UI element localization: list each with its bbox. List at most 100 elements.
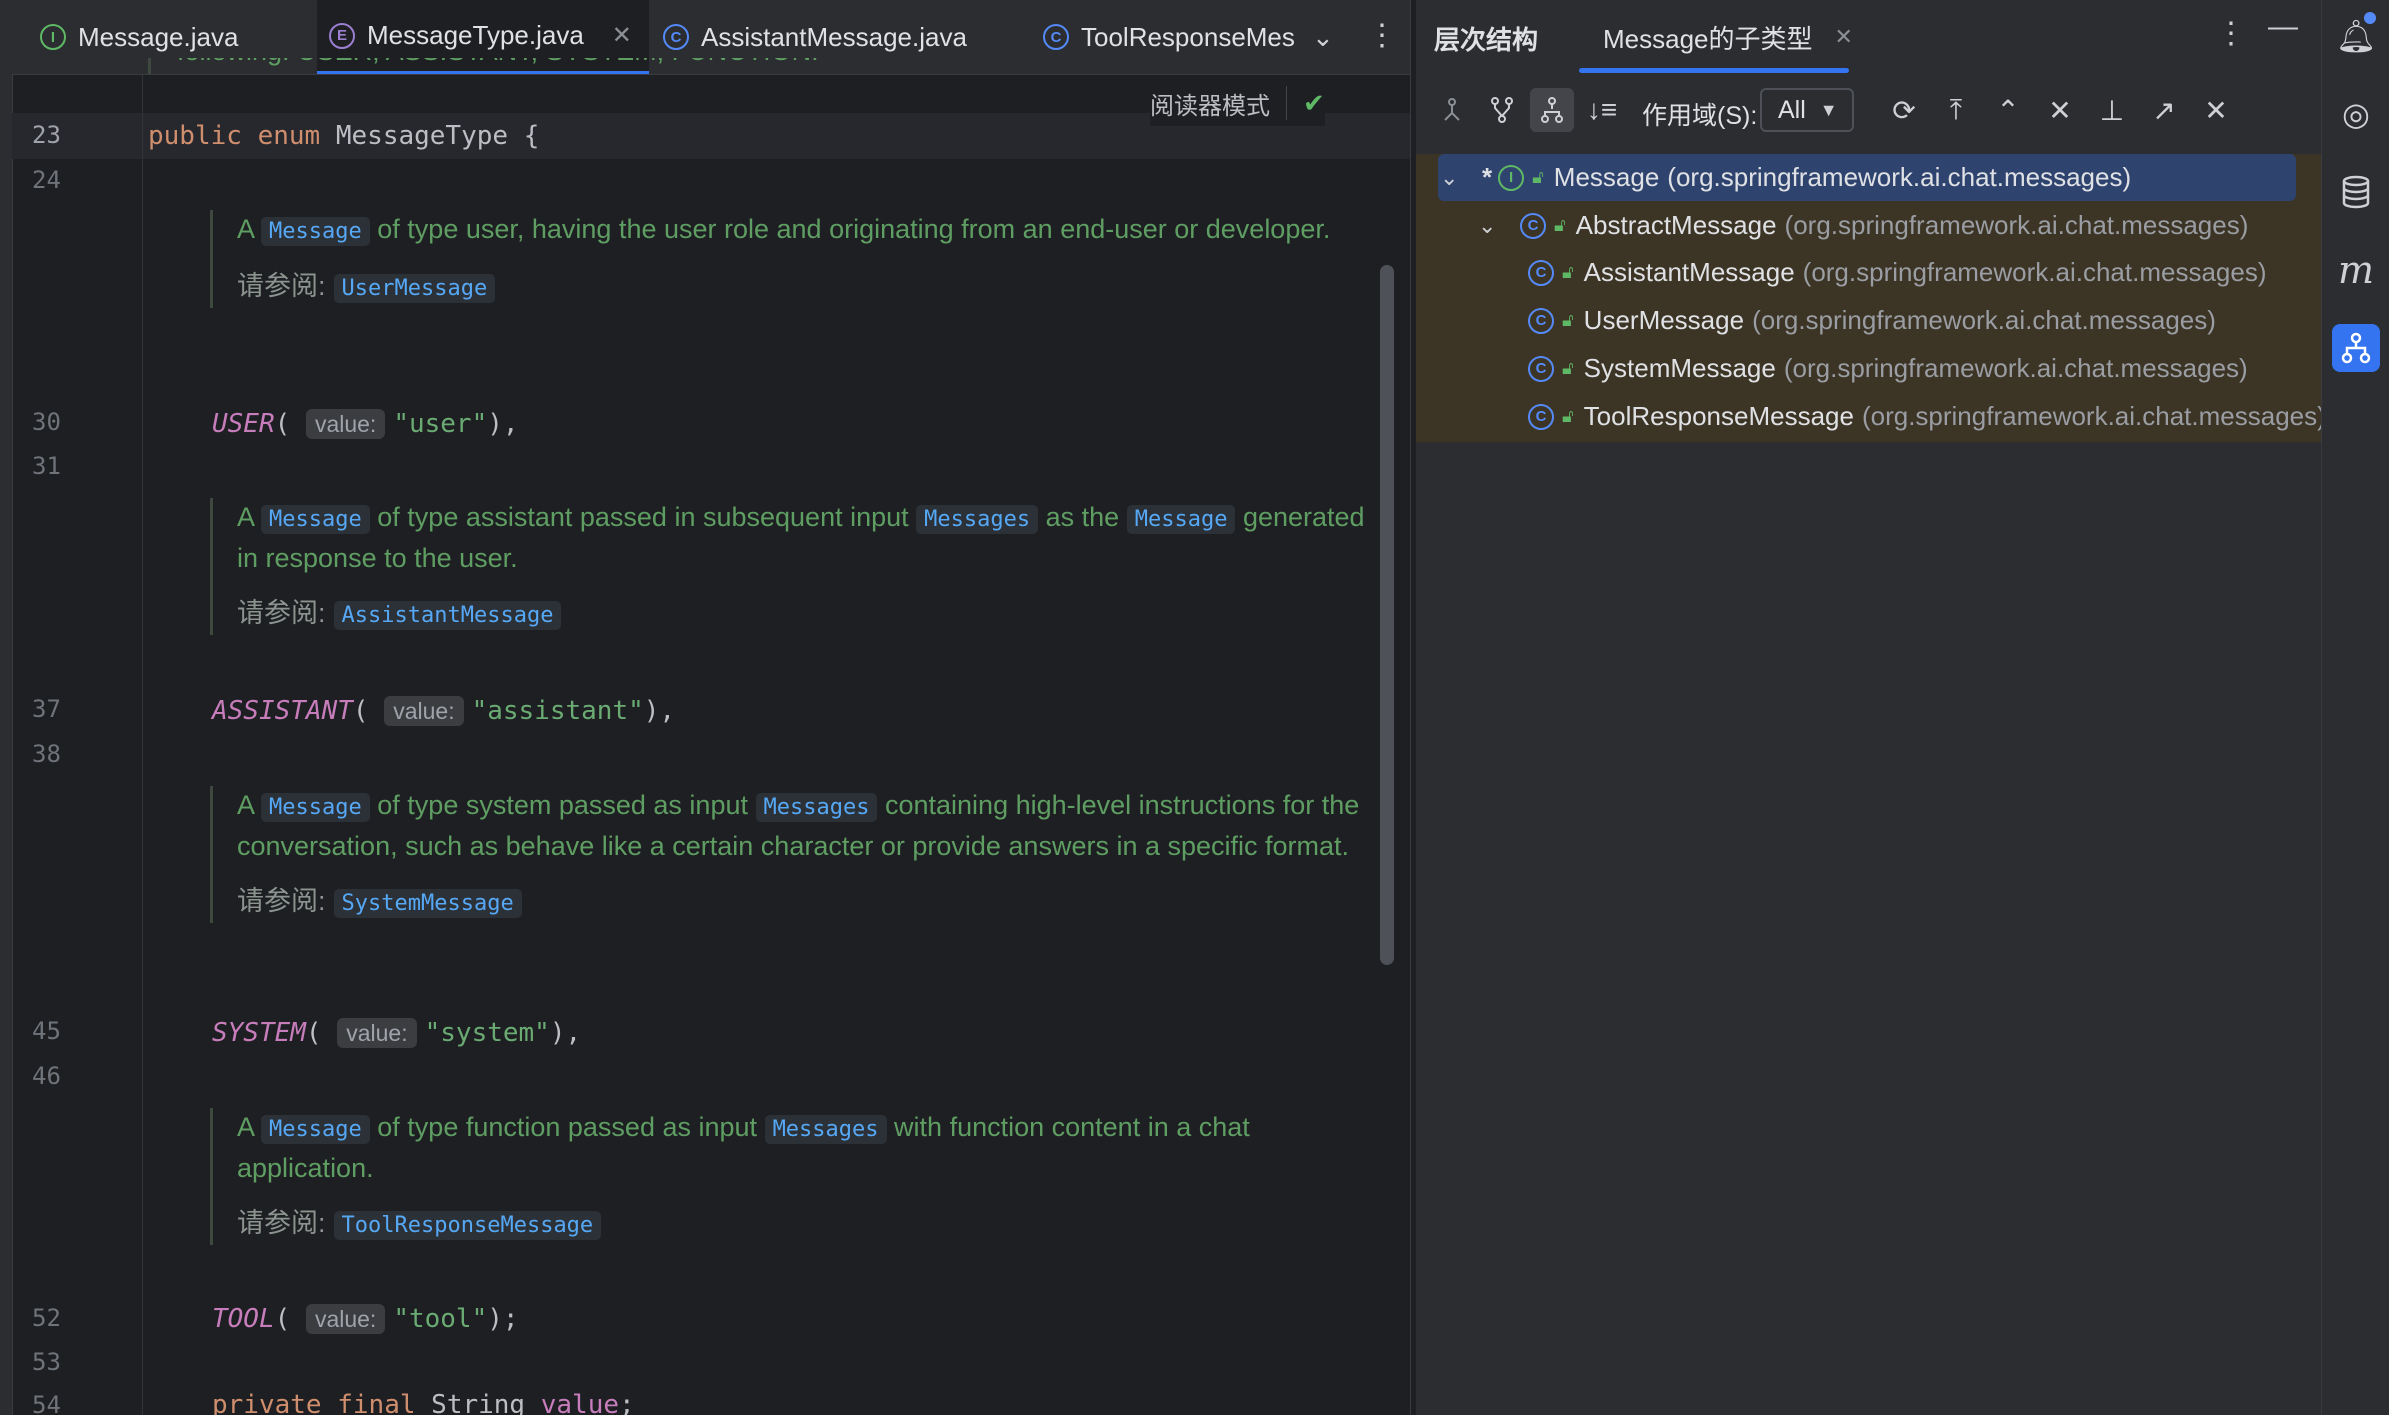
doc-link[interactable]: Message xyxy=(261,793,370,822)
line-number: 24 xyxy=(32,166,61,194)
class-icon: C xyxy=(1528,259,1554,286)
parameter-hint: value: xyxy=(337,1018,417,1048)
line-number: 52 xyxy=(32,1304,61,1332)
class-icon: C xyxy=(1520,212,1546,239)
tree-node-toolresponsemessage[interactable]: C 🔓︎ ToolResponseMessage (org.springfram… xyxy=(1528,393,2321,440)
enum-constant-system[interactable]: SYSTEM( value: "system"), xyxy=(212,1018,581,1048)
enum-constant-name: SYSTEM xyxy=(212,1018,306,1048)
tab-toolresponsemessage-java[interactable]: C ToolResponseMes xyxy=(1029,0,1313,74)
line-gutter: 23 24 30 31 37 38 45 46 52 53 54 xyxy=(12,75,144,1415)
line-number: 46 xyxy=(32,1062,61,1090)
string-literal: "assistant" xyxy=(471,696,644,726)
tree-node-message[interactable]: ⌄ * I 🔓︎ Message (org.springframework.ai… xyxy=(1440,154,2131,201)
see-also-link[interactable]: UserMessage xyxy=(333,274,496,303)
tree-node-systemmessage[interactable]: C 🔓︎ SystemMessage (org.springframework.… xyxy=(1528,345,2248,392)
parameter-hint: value: xyxy=(305,409,386,439)
doc-text: following: USER, ASSISTANT, SYSTEM, FUNC… xyxy=(177,58,819,66)
see-also-link[interactable]: SystemMessage xyxy=(333,889,522,918)
tab-label: MessageType.java xyxy=(367,20,584,50)
collapse-all-icon[interactable]: ✕ xyxy=(2038,88,2082,132)
tab-label: AssistantMessage.java xyxy=(701,21,967,52)
hierarchy-header: 层次结构 Message的子类型 ✕ ⋮ — xyxy=(1416,0,2321,74)
reader-mode-button[interactable]: 阅读器模式 xyxy=(1150,86,1270,121)
doc-link[interactable]: Message xyxy=(261,505,370,534)
public-visibility-icon: 🔓︎ xyxy=(1532,167,1544,187)
close-tab-icon[interactable]: ✕ xyxy=(1835,24,1853,50)
enum-constant-assistant[interactable]: ASSISTANT( value: "assistant"), xyxy=(212,696,675,726)
database-icon[interactable] xyxy=(2332,168,2380,216)
doc-comment-system: A Message of type system passed as input… xyxy=(210,786,1387,923)
ai-assistant-icon[interactable]: ◎ xyxy=(2332,90,2380,138)
more-vertical-icon[interactable]: ⋮ xyxy=(2216,16,2246,51)
see-also-link[interactable]: ToolResponseMessage xyxy=(333,1211,602,1240)
code-editor[interactable]: I Message.java E MessageType.java ✕ C As… xyxy=(0,0,1410,1415)
node-name: Message xyxy=(1553,162,1660,192)
doc-comment-assistant: A Message of type assistant passed in su… xyxy=(210,498,1387,635)
tree-node-usermessage[interactable]: C 🔓︎ UserMessage (org.springframework.ai… xyxy=(1528,297,2216,344)
public-visibility-icon: 🔓︎ xyxy=(1562,358,1574,378)
doc-link[interactable]: Message xyxy=(261,217,370,246)
doc-link[interactable]: Message xyxy=(261,1115,370,1144)
scope-label: 作用域(S): xyxy=(1642,102,1758,130)
close-tab-icon[interactable]: ✕ xyxy=(612,21,632,50)
chevron-down-icon[interactable]: ⌄ xyxy=(1312,22,1334,53)
maven-icon[interactable]: m xyxy=(2332,246,2380,294)
check-icon[interactable]: ✔ xyxy=(1303,88,1325,119)
node-package: (org.springframework.ai.chat.messages) xyxy=(1784,210,2249,240)
chevron-down-icon[interactable]: ⌄ xyxy=(1440,165,1464,191)
subtype-hierarchy-icon[interactable] xyxy=(1530,88,1574,132)
chevron-down-icon[interactable]: ⌄ xyxy=(1478,213,1502,239)
tree-node-assistantmessage[interactable]: C 🔓︎ AssistantMessage (org.springframewo… xyxy=(1528,249,2267,296)
enum-declaration[interactable]: public enum MessageType { xyxy=(148,121,539,151)
field-declaration[interactable]: private final String value; xyxy=(212,1390,635,1415)
panel-title: 层次结构 xyxy=(1434,25,1539,55)
supertype-hierarchy-icon[interactable] xyxy=(1430,88,1474,132)
class-icon: C xyxy=(1528,355,1554,382)
more-vertical-icon[interactable]: ⋮ xyxy=(1367,18,1397,53)
refresh-icon[interactable]: ⟳ xyxy=(1882,88,1926,132)
class-icon: C xyxy=(1528,307,1554,334)
string-literal: "system" xyxy=(424,1018,550,1048)
doc-link[interactable]: Messages xyxy=(916,505,1039,534)
vertical-scrollbar[interactable] xyxy=(1380,265,1394,965)
keyword: enum xyxy=(257,121,321,151)
node-package: (org.springframework.ai.chat.messages) xyxy=(1667,162,2132,192)
scope-dropdown[interactable]: All ▼ xyxy=(1760,88,1854,132)
enum-name: MessageType { xyxy=(320,121,540,151)
see-also-link[interactable]: AssistantMessage xyxy=(333,601,562,630)
line-number: 38 xyxy=(32,740,61,768)
line-number: 54 xyxy=(32,1391,61,1415)
minimize-icon[interactable]: — xyxy=(2268,10,2298,44)
string-literal: "tool" xyxy=(393,1304,488,1334)
public-visibility-icon: 🔓︎ xyxy=(1562,262,1574,282)
node-package: (org.springframework.ai.chat.messages) xyxy=(1783,353,2248,383)
public-visibility-icon: 🔓︎ xyxy=(1562,406,1574,426)
line-number: 37 xyxy=(32,695,61,723)
enum-constant-tool[interactable]: TOOL( value: "tool"); xyxy=(212,1304,519,1334)
enum-constant-name: ASSISTANT xyxy=(212,696,353,726)
tab-message-subtypes[interactable]: Message的子类型 ✕ xyxy=(1579,0,1877,74)
sort-alphabetically-icon[interactable]: ↓≡ xyxy=(1580,88,1624,132)
line-number: 53 xyxy=(32,1348,61,1376)
line-number: 31 xyxy=(32,452,61,480)
right-tool-strip: 🔔︎ ◎ m xyxy=(2321,0,2389,1415)
node-name: SystemMessage xyxy=(1583,353,1776,383)
node-name: AssistantMessage xyxy=(1583,257,1795,287)
class-hierarchy-icon[interactable] xyxy=(1480,88,1524,132)
expand-all-icon[interactable]: ⌃ xyxy=(1986,88,2030,132)
close-icon[interactable]: ✕ xyxy=(2194,88,2238,132)
doc-link[interactable]: Messages xyxy=(755,793,878,822)
star-marker: * xyxy=(1482,162,1493,192)
scope-value: All xyxy=(1778,95,1806,124)
doc-link[interactable]: Message xyxy=(1126,505,1236,534)
hierarchy-panel: 层次结构 Message的子类型 ✕ ⋮ — ↓≡ 作用域(S): All ▼ … xyxy=(1416,0,2321,1415)
parameter-hint: value: xyxy=(384,696,464,726)
hierarchy-tool-icon[interactable] xyxy=(2332,324,2380,372)
pin-icon[interactable]: ⊥ xyxy=(2090,88,2134,132)
tree-node-abstractmessage[interactable]: ⌄ C 🔓︎ AbstractMessage (org.springframew… xyxy=(1478,202,2248,249)
scroll-to-top-icon[interactable]: ⤒ xyxy=(1934,88,1978,132)
enum-constant-user[interactable]: USER( value: "user"), xyxy=(212,409,519,439)
doc-link[interactable]: Messages xyxy=(764,1115,887,1144)
open-in-new-icon[interactable]: ↗ xyxy=(2142,88,2186,132)
hierarchy-toolbar: ↓≡ 作用域(S): All ▼ ⟳ ⤒ ⌃ ✕ ⊥ ↗ ✕ xyxy=(1416,80,2321,140)
